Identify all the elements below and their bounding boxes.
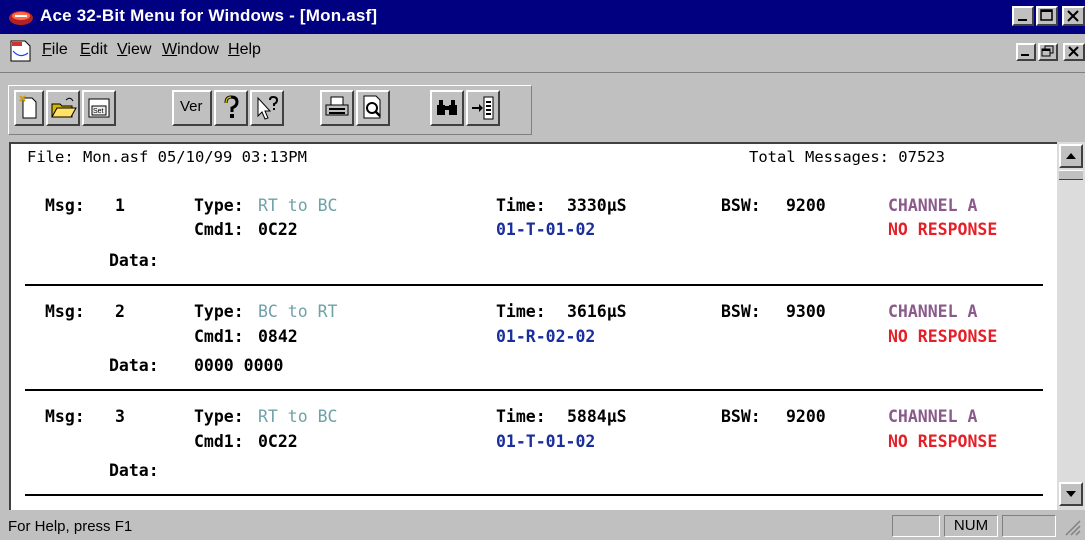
response-status: NO RESPONSE bbox=[888, 432, 998, 451]
data-label: Data: bbox=[109, 356, 159, 375]
command-decode: 01-T-01-02 bbox=[496, 220, 596, 239]
cmd1-value: 0C22 bbox=[258, 432, 298, 451]
bsw-label: BSW: bbox=[721, 407, 761, 426]
menu-view[interactable]: View bbox=[117, 41, 151, 59]
maximize-button[interactable] bbox=[1036, 6, 1058, 26]
toolbar bbox=[0, 72, 1085, 139]
msg-label: Msg: bbox=[45, 302, 85, 321]
resize-grip-icon[interactable] bbox=[1062, 517, 1082, 537]
help-button[interactable] bbox=[214, 90, 248, 126]
find-icon bbox=[437, 100, 457, 115]
print-button[interactable] bbox=[320, 90, 354, 126]
data-label: Data: bbox=[109, 461, 159, 480]
menu-edit[interactable]: Edit bbox=[80, 41, 108, 59]
bsw-value: 9300 bbox=[786, 302, 826, 321]
help-icon bbox=[224, 95, 239, 118]
print-icon bbox=[325, 96, 349, 116]
context-help-icon bbox=[257, 95, 279, 120]
time-value: 3330µS bbox=[567, 196, 627, 215]
file-info: File: Mon.asf 05/10/99 03:13PM bbox=[27, 148, 307, 166]
menu-bar: File Edit View Window Help bbox=[0, 34, 1085, 66]
goto-button[interactable] bbox=[466, 90, 500, 126]
time-label: Time: bbox=[496, 407, 546, 426]
menu-help[interactable]: Help bbox=[228, 41, 261, 59]
command-decode: 01-T-01-02 bbox=[496, 432, 596, 451]
doc-close-button[interactable] bbox=[1063, 43, 1085, 61]
cmd1-label: Cmd1: bbox=[194, 220, 244, 239]
window-title: Ace 32-Bit Menu for Windows - [Mon.asf] bbox=[40, 6, 378, 25]
new-file-button[interactable] bbox=[14, 90, 44, 126]
new-file-icon bbox=[19, 95, 37, 119]
find-button[interactable] bbox=[430, 90, 464, 126]
msg-type: RT to BC bbox=[258, 407, 338, 426]
msg-type: BC to RT bbox=[258, 302, 338, 321]
response-status: NO RESPONSE bbox=[888, 220, 998, 239]
scroll-thumb[interactable] bbox=[1059, 170, 1083, 180]
bsw-value: 9200 bbox=[786, 196, 826, 215]
vertical-scrollbar[interactable] bbox=[1057, 142, 1085, 510]
print-preview-icon bbox=[363, 95, 381, 119]
channel-label: CHANNEL A bbox=[888, 302, 978, 321]
status-panel-num: NUM bbox=[944, 515, 998, 537]
doc-minimize-button[interactable] bbox=[1016, 43, 1036, 61]
scroll-down-button[interactable] bbox=[1059, 482, 1083, 506]
doc-restore-button[interactable] bbox=[1038, 43, 1058, 61]
open-button[interactable] bbox=[46, 90, 80, 126]
status-panel-scroll bbox=[1002, 515, 1056, 537]
time-value: 5884µS bbox=[567, 407, 627, 426]
message-divider bbox=[25, 389, 1043, 391]
context-help-button[interactable] bbox=[250, 90, 284, 126]
type-label: Type: bbox=[194, 196, 244, 215]
close-button[interactable] bbox=[1062, 6, 1085, 26]
save-settings-icon: Set bbox=[88, 98, 110, 118]
menu-file[interactable]: File bbox=[42, 41, 68, 59]
minimize-button[interactable] bbox=[1012, 6, 1034, 26]
cmd1-value: 0C22 bbox=[258, 220, 298, 239]
menu-window[interactable]: Window bbox=[162, 41, 219, 59]
message-divider bbox=[25, 494, 1043, 496]
cmd1-label: Cmd1: bbox=[194, 327, 244, 346]
arrow-down-icon bbox=[1066, 491, 1076, 497]
bsw-label: BSW: bbox=[721, 302, 761, 321]
version-button[interactable]: Ver bbox=[172, 90, 212, 126]
total-messages: Total Messages: 07523 bbox=[749, 148, 945, 166]
time-label: Time: bbox=[496, 302, 546, 321]
msg-number: 2 bbox=[115, 302, 125, 321]
msg-label: Msg: bbox=[45, 407, 85, 426]
title-bar[interactable]: Ace 32-Bit Menu for Windows - [Mon.asf] bbox=[0, 0, 1085, 34]
cmd1-value: 0842 bbox=[258, 327, 298, 346]
response-status: NO RESPONSE bbox=[888, 327, 998, 346]
print-preview-button[interactable] bbox=[356, 90, 390, 126]
type-label: Type: bbox=[194, 302, 244, 321]
message-divider bbox=[25, 284, 1043, 286]
status-panel-caps bbox=[892, 515, 940, 537]
time-value: 3616µS bbox=[567, 302, 627, 321]
app-icon[interactable] bbox=[8, 7, 34, 27]
svg-text:Set: Set bbox=[93, 108, 104, 115]
type-label: Type: bbox=[194, 407, 244, 426]
time-label: Time: bbox=[496, 196, 546, 215]
document-icon[interactable] bbox=[8, 39, 34, 63]
bsw-value: 9200 bbox=[786, 407, 826, 426]
channel-label: CHANNEL A bbox=[888, 407, 978, 426]
msg-label: Msg: bbox=[45, 196, 85, 215]
channel-label: CHANNEL A bbox=[888, 196, 978, 215]
save-settings-button[interactable]: Set bbox=[82, 90, 116, 126]
status-bar: For Help, press F1 NUM bbox=[0, 513, 1085, 540]
data-label: Data: bbox=[109, 251, 159, 270]
scroll-up-button[interactable] bbox=[1059, 144, 1083, 168]
goto-icon bbox=[472, 96, 494, 120]
msg-number: 1 bbox=[115, 196, 125, 215]
cmd1-label: Cmd1: bbox=[194, 432, 244, 451]
data-value: 0000 0000 bbox=[194, 356, 284, 375]
arrow-up-icon bbox=[1066, 153, 1076, 159]
msg-number: 3 bbox=[115, 407, 125, 426]
open-folder-icon bbox=[51, 97, 77, 118]
status-help-text: For Help, press F1 bbox=[8, 518, 133, 535]
msg-type: RT to BC bbox=[258, 196, 338, 215]
command-decode: 01-R-02-02 bbox=[496, 327, 596, 346]
message-pane[interactable]: File: Mon.asf 05/10/99 03:13PM Total Mes… bbox=[9, 142, 1057, 510]
bsw-label: BSW: bbox=[721, 196, 761, 215]
